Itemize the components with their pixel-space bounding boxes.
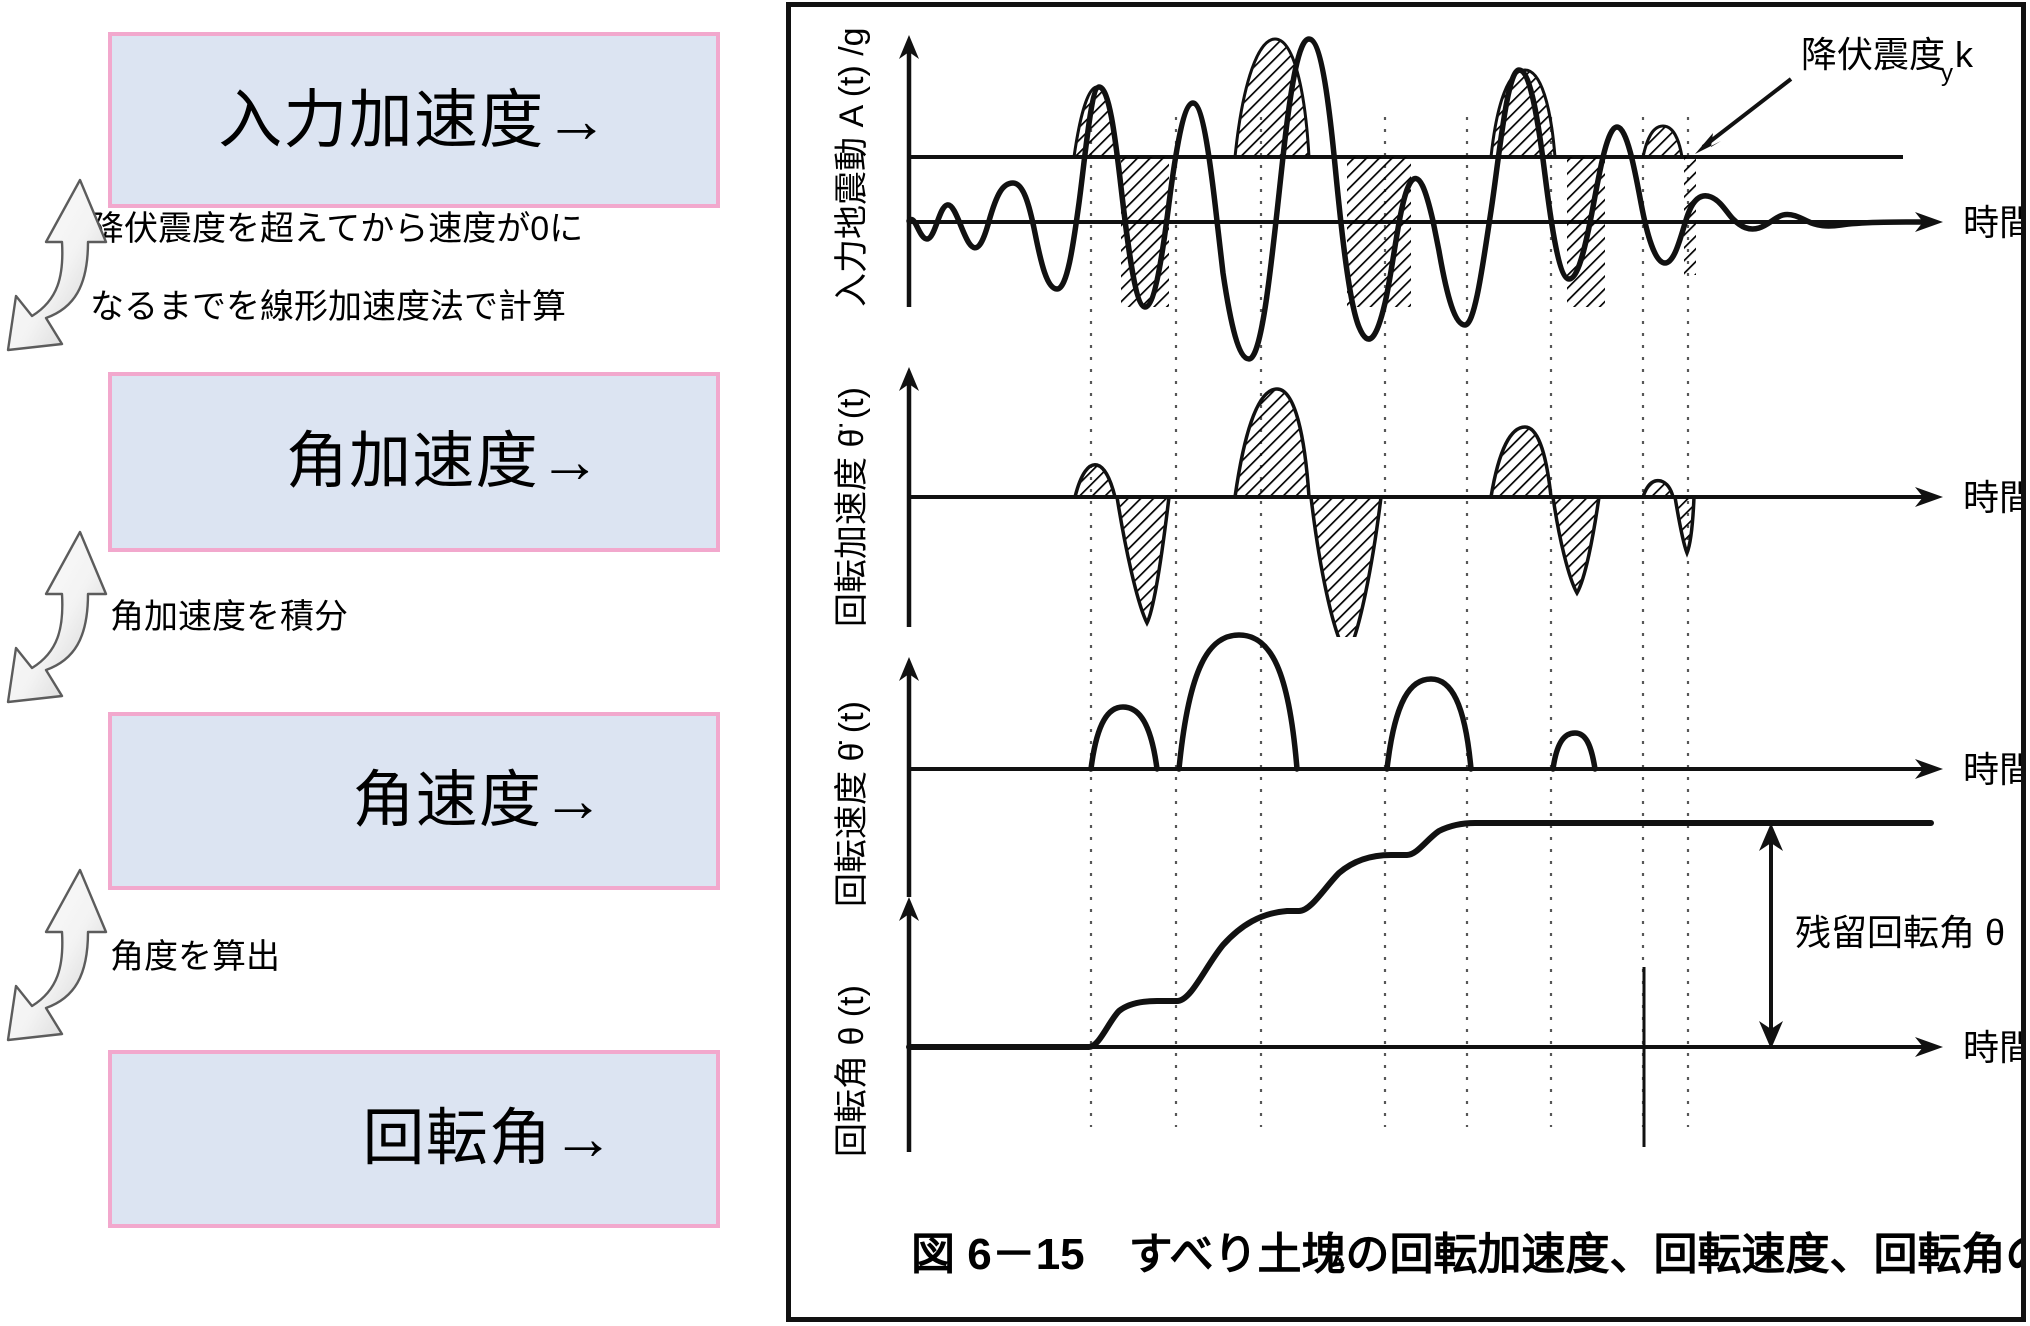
velocity-hump-4 — [1550, 730, 1598, 772]
panel-input-ground-motion: 入力地震動 A (t) /g 降伏震度 k y 時間 t — [833, 27, 2021, 362]
panel3-y-axis-label: 回転速度 θ̇ (t) — [833, 701, 871, 907]
flow-step-label: 回転角→ — [362, 1104, 616, 1173]
flow-step-label: 角速度→ — [352, 766, 606, 835]
panel2-x-axis-label: 時間 t — [1963, 477, 2021, 518]
panel-rotational-acceleration: 回転加速度 θ̈ (t) 時間 t — [833, 367, 2021, 637]
panel1-y-axis-label: 入力地震動 A (t) /g — [833, 27, 871, 307]
panel-rotational-velocity: 回転速度 θ̇ (t) 時間 t — [833, 632, 2021, 907]
panel-rotation-angle: 残留回転角 θ 回転角 θ (t) 時間 t — [833, 820, 2021, 1157]
panel2-y-axis-label: 回転加速度 θ̈ (t) — [833, 387, 871, 627]
velocity-hump-1 — [1088, 704, 1160, 772]
accel-pulse-4-negative — [1672, 495, 1696, 558]
accel-pulse-1-negative — [1114, 495, 1171, 627]
flow-step-label: 入力加速度→ — [218, 84, 610, 156]
figure-caption: 図 6－15 すべり土塊の回転加速度、回転速度、回転角の算出 — [911, 1230, 2021, 1279]
accel-pulse-1-positive — [1072, 463, 1118, 499]
rotation-angle-curve — [906, 820, 1934, 1050]
accel-pulse-2-negative — [1309, 495, 1383, 637]
figure-svg: 入力地震動 A (t) /g 降伏震度 k y 時間 t — [833, 27, 2021, 1279]
flow-note-3: 角度を算出 — [110, 938, 280, 976]
yield-threshold-label-subscript: y — [1941, 60, 1953, 87]
panel1-x-axis-label: 時間 t — [1963, 202, 2021, 243]
yield-threshold-leader-line — [1701, 77, 1793, 149]
flow-step-angular-velocity[interactable]: 角速度→ — [108, 712, 720, 890]
panel4-x-axis-label: 時間 t — [1963, 1027, 2021, 1068]
bent-arrow-icon-1 — [6, 178, 108, 352]
accel-pulse-3-positive — [1488, 425, 1553, 499]
panel4-y-axis-label: 回転角 θ (t) — [833, 985, 871, 1157]
panel3-x-axis-label: 時間 t — [1963, 749, 2021, 790]
flow-note-1-line1: 降伏震度を超えてから速度が0に — [90, 210, 584, 248]
flow-note-2: 角加速度を積分 — [110, 598, 348, 636]
flow-step-angular-acceleration[interactable]: 角加速度→ — [108, 372, 720, 552]
accel-pulse-3-negative — [1550, 495, 1602, 597]
velocity-hump-3 — [1384, 676, 1474, 772]
flow-note-1-line2: なるまでを線形加速度法で計算 — [90, 288, 566, 326]
flow-step-input-acceleration[interactable]: 入力加速度→ — [108, 32, 720, 208]
accel-pulse-4-positive — [1640, 478, 1676, 499]
flow-step-label: 角加速度→ — [285, 427, 603, 496]
flow-step-rotation-angle[interactable]: 回転角→ — [108, 1050, 720, 1228]
accel-pulse-2-positive — [1232, 387, 1311, 499]
hatched-area-7 — [1641, 124, 1684, 159]
bent-arrow-icon-2 — [6, 530, 108, 704]
bent-arrow-icon-3 — [6, 868, 108, 1042]
process-flow-panel: 入力加速度→ 降伏震度を超えてから速度が0に なるまでを線形加速度法で計算 角加… — [0, 0, 780, 1326]
velocity-hump-2 — [1176, 632, 1300, 772]
slide-root: 入力加速度→ 降伏震度を超えてから速度が0に なるまでを線形加速度法で計算 角加… — [0, 0, 2030, 1326]
hatched-area-4 — [1347, 157, 1411, 307]
figure-panel: 入力地震動 A (t) /g 降伏震度 k y 時間 t — [786, 2, 2026, 1322]
residual-angle-label: 残留回転角 θ — [1795, 912, 2005, 953]
